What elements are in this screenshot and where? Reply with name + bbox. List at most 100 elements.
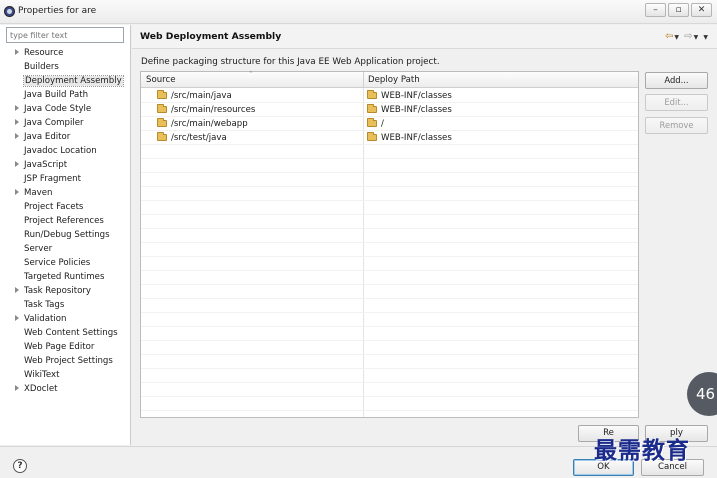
table-row[interactable]: [141, 369, 638, 383]
tree-item-label: Java Compiler: [24, 118, 84, 128]
restore-button[interactable]: ▫: [668, 3, 689, 17]
tree-item[interactable]: Server: [0, 242, 130, 256]
table-row[interactable]: [141, 229, 638, 243]
table-row[interactable]: [141, 271, 638, 285]
back-arrow-icon[interactable]: ⇦: [665, 31, 674, 42]
table-row[interactable]: [141, 313, 638, 327]
source-path: /src/main/resources: [171, 105, 256, 115]
tree-item-label: Task Tags: [24, 300, 65, 310]
table-row[interactable]: /src/main/java WEB-INF/classes: [141, 89, 638, 103]
tree-item-label: Web Project Settings: [24, 356, 113, 366]
table-row[interactable]: [141, 243, 638, 257]
help-icon[interactable]: ?: [13, 459, 27, 473]
tree-item-label: Validation: [24, 314, 67, 324]
table-row[interactable]: [141, 397, 638, 411]
table-row[interactable]: [141, 327, 638, 341]
back-dropdown-icon[interactable]: ▼: [674, 34, 680, 41]
column-divider[interactable]: [363, 72, 364, 88]
expand-arrow-icon[interactable]: [15, 287, 19, 293]
tree-item-label: Service Policies: [24, 258, 91, 268]
tree-item-label: Java Editor: [24, 132, 71, 142]
table-body: /src/main/java WEB-INF/classes/src/main/r…: [141, 89, 638, 411]
tree-item[interactable]: Java Code Style: [0, 102, 130, 116]
forward-dropdown-icon[interactable]: ▼: [694, 34, 700, 41]
tree-item[interactable]: Web Page Editor: [0, 340, 130, 354]
table-row[interactable]: [141, 285, 638, 299]
table-row[interactable]: [141, 215, 638, 229]
watermark-logo: 最需教育: [594, 437, 690, 464]
folder-icon: [367, 90, 377, 99]
deploy-path: WEB-INF/classes: [381, 133, 452, 143]
column-header-source[interactable]: Source: [146, 75, 176, 85]
table-row[interactable]: [141, 159, 638, 173]
tree-item[interactable]: Java Compiler: [0, 116, 130, 130]
deploy-path-cell: /: [367, 118, 384, 129]
expand-arrow-icon[interactable]: [15, 49, 19, 55]
remove-button[interactable]: Remove: [645, 117, 708, 134]
tree-item[interactable]: Maven: [0, 186, 130, 200]
floating-badge[interactable]: 46: [687, 372, 717, 416]
tree-item[interactable]: Task Repository: [0, 284, 130, 298]
minimize-button[interactable]: –: [645, 3, 666, 17]
tree-item[interactable]: Validation: [0, 312, 130, 326]
tree-item[interactable]: Project Facets: [0, 200, 130, 214]
deploy-path: /: [381, 119, 384, 129]
tree-item-label: Maven: [24, 188, 53, 198]
tree-item-label: Task Repository: [24, 286, 91, 296]
table-row[interactable]: [141, 173, 638, 187]
table-row[interactable]: [141, 355, 638, 369]
expand-arrow-icon[interactable]: [15, 133, 19, 139]
folder-icon: [157, 118, 167, 127]
table-row[interactable]: [141, 341, 638, 355]
tree-item-label: XDoclet: [24, 384, 58, 394]
expand-arrow-icon[interactable]: [15, 385, 19, 391]
table-row[interactable]: [141, 201, 638, 215]
tree-item[interactable]: Resource: [0, 46, 130, 60]
deployment-table[interactable]: Source ˆ Deploy Path /src/main/java WEB-I…: [140, 71, 639, 418]
history-nav: ⇦▼ ⇨▼ ▼: [665, 31, 709, 42]
folder-icon: [157, 132, 167, 141]
forward-arrow-icon[interactable]: ⇨: [684, 31, 693, 42]
table-row[interactable]: [141, 383, 638, 397]
tree-item[interactable]: JSP Fragment: [0, 172, 130, 186]
table-row[interactable]: [141, 299, 638, 313]
table-row[interactable]: /src/test/java WEB-INF/classes: [141, 131, 638, 145]
expand-arrow-icon[interactable]: [15, 119, 19, 125]
source-cell: /src/main/webapp: [157, 118, 248, 129]
property-pages-panel: Resource Builders Deployment Assembly Java …: [0, 25, 131, 445]
close-button[interactable]: ✕: [691, 3, 712, 17]
tree-item[interactable]: Java Editor: [0, 130, 130, 144]
tree-item[interactable]: WikiText: [0, 368, 130, 382]
tree-item[interactable]: Service Policies: [0, 256, 130, 270]
tree-item[interactable]: Deployment Assembly: [0, 74, 130, 88]
tree-item-label: Web Page Editor: [24, 342, 95, 352]
tree-item[interactable]: Builders: [0, 60, 130, 74]
tree-item[interactable]: JavaScript: [0, 158, 130, 172]
expand-arrow-icon[interactable]: [15, 161, 19, 167]
tree-item[interactable]: Project References: [0, 214, 130, 228]
table-row[interactable]: [141, 187, 638, 201]
tree-item[interactable]: Run/Debug Settings: [0, 228, 130, 242]
tree-item[interactable]: Javadoc Location: [0, 144, 130, 158]
tree-item[interactable]: Web Project Settings: [0, 354, 130, 368]
filter-input[interactable]: [6, 27, 124, 43]
view-menu-icon[interactable]: ▼: [703, 34, 709, 41]
folder-icon: [157, 104, 167, 113]
table-row[interactable]: [141, 145, 638, 159]
expand-arrow-icon[interactable]: [15, 315, 19, 321]
edit-button[interactable]: Edit...: [645, 94, 708, 111]
tree-item[interactable]: Task Tags: [0, 298, 130, 312]
expand-arrow-icon[interactable]: [15, 189, 19, 195]
table-row[interactable]: /src/main/webapp /: [141, 117, 638, 131]
table-row[interactable]: /src/main/resources WEB-INF/classes: [141, 103, 638, 117]
property-tree: Resource Builders Deployment Assembly Java …: [0, 46, 130, 396]
tree-item[interactable]: Web Content Settings: [0, 326, 130, 340]
tree-item-label: Project References: [24, 216, 104, 226]
column-header-deploy-path[interactable]: Deploy Path: [368, 75, 420, 85]
tree-item[interactable]: Java Build Path: [0, 88, 130, 102]
tree-item[interactable]: Targeted Runtimes: [0, 270, 130, 284]
add-button[interactable]: Add...: [645, 72, 708, 89]
table-row[interactable]: [141, 257, 638, 271]
tree-item[interactable]: XDoclet: [0, 382, 130, 396]
expand-arrow-icon[interactable]: [15, 105, 19, 111]
